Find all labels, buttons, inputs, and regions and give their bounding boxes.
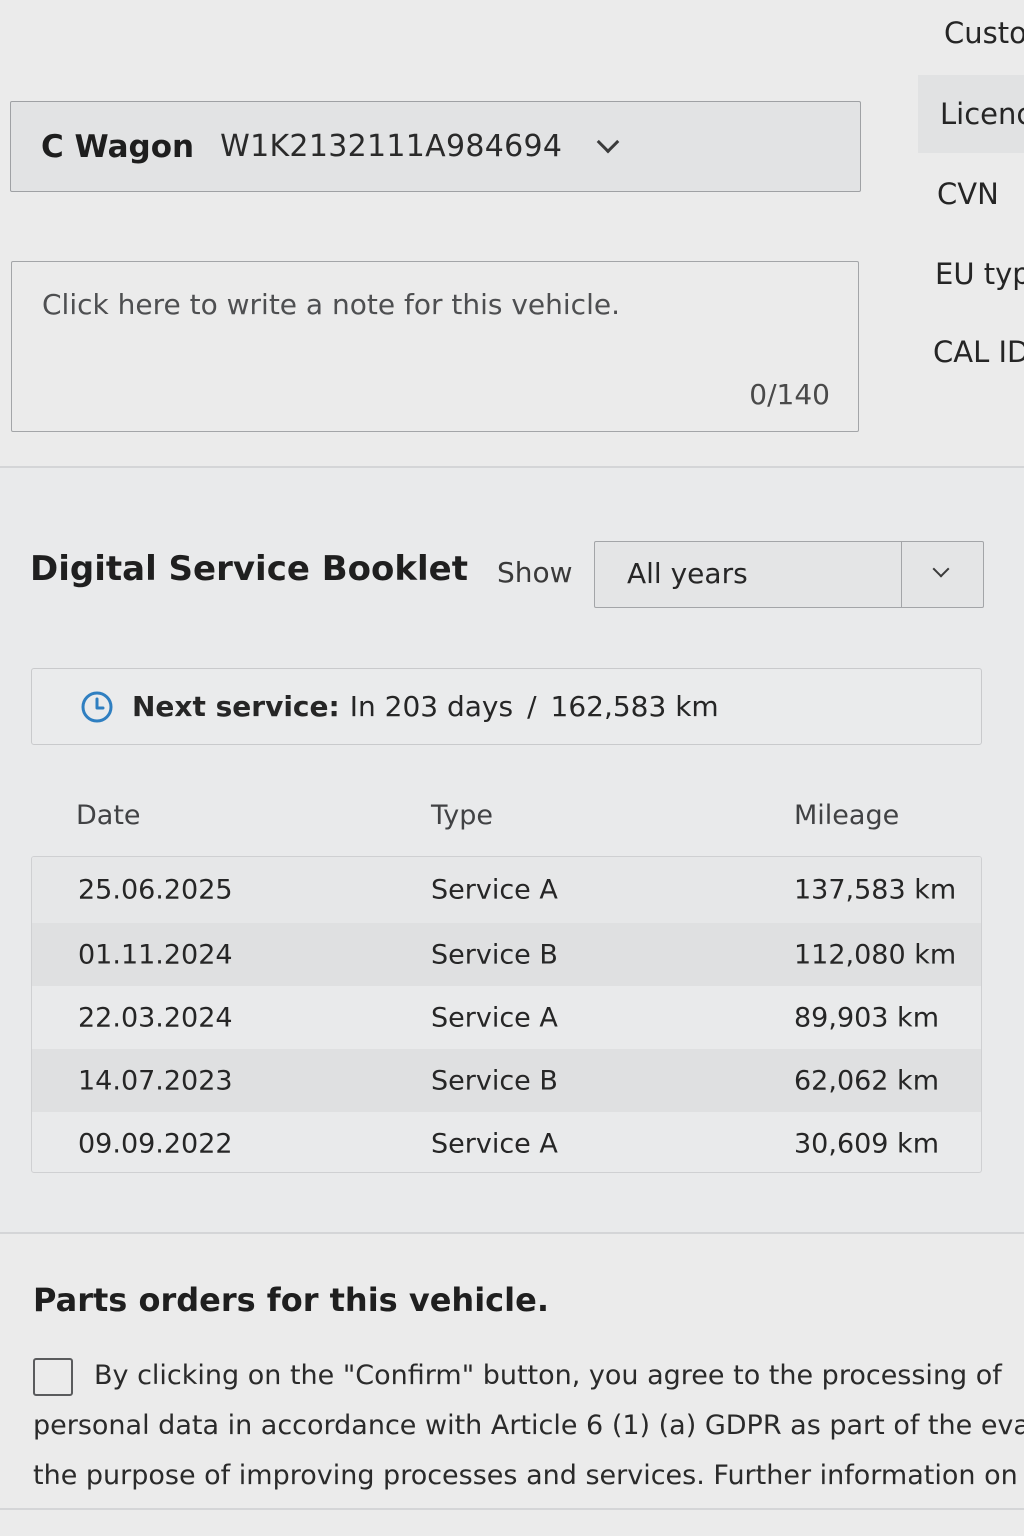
row-date: 22.03.2024 bbox=[78, 1002, 233, 1033]
column-header-type: Type bbox=[431, 800, 494, 831]
year-filter-value: All years bbox=[627, 557, 748, 590]
table-row[interactable]: 25.06.2025 Service A 137,583 km bbox=[32, 857, 981, 923]
side-item-eu-type: EU typ bbox=[935, 257, 1024, 291]
row-mileage: 112,080 km bbox=[794, 939, 957, 970]
row-type: Service B bbox=[431, 1065, 558, 1096]
side-item-cal-id: CAL ID bbox=[933, 335, 1024, 369]
service-history-table: 25.06.2025 Service A 137,583 km 01.11.20… bbox=[31, 856, 982, 1173]
table-row[interactable]: 01.11.2024 Service B 112,080 km bbox=[32, 923, 981, 986]
row-type: Service B bbox=[431, 939, 558, 970]
section-divider bbox=[0, 1508, 1024, 1510]
gdpr-consent-checkbox[interactable] bbox=[33, 1358, 73, 1396]
row-mileage: 30,609 km bbox=[794, 1128, 939, 1159]
column-header-date: Date bbox=[76, 800, 141, 831]
dropdown-divider bbox=[901, 542, 902, 607]
row-date: 09.09.2022 bbox=[78, 1128, 233, 1159]
service-table-header: Date Type Mileage bbox=[31, 800, 982, 840]
next-service-days: In 203 days bbox=[349, 690, 514, 723]
row-date: 25.06.2025 bbox=[78, 874, 233, 906]
row-type: Service A bbox=[431, 1002, 558, 1033]
table-row[interactable]: 14.07.2023 Service B 62,062 km bbox=[32, 1049, 981, 1112]
parts-orders-section: Parts orders for this vehicle. By clicki… bbox=[0, 1234, 1024, 1536]
chevron-down-icon bbox=[596, 130, 620, 153]
consent-line: the purpose of improving processes and s… bbox=[33, 1460, 1024, 1491]
consent-line: personal data in accordance with Article… bbox=[33, 1410, 1024, 1441]
next-service-label: Next service: bbox=[132, 690, 340, 723]
side-item-license: Licenc bbox=[918, 75, 1024, 153]
next-service-banner: Next service: In 203 days / 162,583 km bbox=[31, 668, 982, 745]
chevron-down-icon bbox=[932, 560, 950, 578]
service-booklet-title: Digital Service Booklet bbox=[30, 549, 468, 589]
vehicle-header-section: C Wagon W1K2132111A984694 0/140 Custo Li… bbox=[0, 0, 1024, 468]
parts-orders-title: Parts orders for this vehicle. bbox=[33, 1281, 549, 1319]
column-header-mileage: Mileage bbox=[794, 800, 900, 831]
clock-icon bbox=[81, 691, 113, 722]
table-row[interactable]: 09.09.2022 Service A 30,609 km bbox=[32, 1112, 981, 1172]
vehicle-vin: W1K2132111A984694 bbox=[220, 129, 563, 164]
side-item-cvn: CVN bbox=[937, 177, 999, 211]
vehicle-info-side-panel: Custo Licenc CVN EU typ CAL ID bbox=[918, 0, 1024, 468]
vehicle-note-input[interactable] bbox=[12, 262, 858, 431]
consent-line: By clicking on the "Confirm" button, you… bbox=[94, 1360, 1002, 1391]
row-mileage: 62,062 km bbox=[794, 1065, 939, 1096]
note-char-counter: 0/140 bbox=[749, 378, 830, 411]
vehicle-model: C Wagon bbox=[41, 128, 195, 165]
vehicle-selector-dropdown[interactable]: C Wagon W1K2132111A984694 bbox=[10, 101, 861, 192]
next-service-km: 162,583 km bbox=[550, 690, 719, 723]
table-row[interactable]: 22.03.2024 Service A 89,903 km bbox=[32, 986, 981, 1049]
show-filter-label: Show bbox=[497, 556, 573, 589]
row-date: 14.07.2023 bbox=[78, 1065, 233, 1096]
row-type: Service A bbox=[431, 1128, 558, 1159]
vehicle-note-box: 0/140 bbox=[11, 261, 859, 432]
row-type: Service A bbox=[431, 874, 558, 906]
side-item-customer: Custo bbox=[944, 16, 1024, 50]
row-mileage: 137,583 km bbox=[794, 874, 957, 906]
row-mileage: 89,903 km bbox=[794, 1002, 939, 1033]
gdpr-consent-text: By clicking on the "Confirm" button, you… bbox=[33, 1358, 1024, 1501]
year-filter-dropdown[interactable]: All years bbox=[594, 541, 984, 608]
row-date: 01.11.2024 bbox=[78, 939, 233, 970]
next-service-separator: / bbox=[527, 690, 537, 723]
